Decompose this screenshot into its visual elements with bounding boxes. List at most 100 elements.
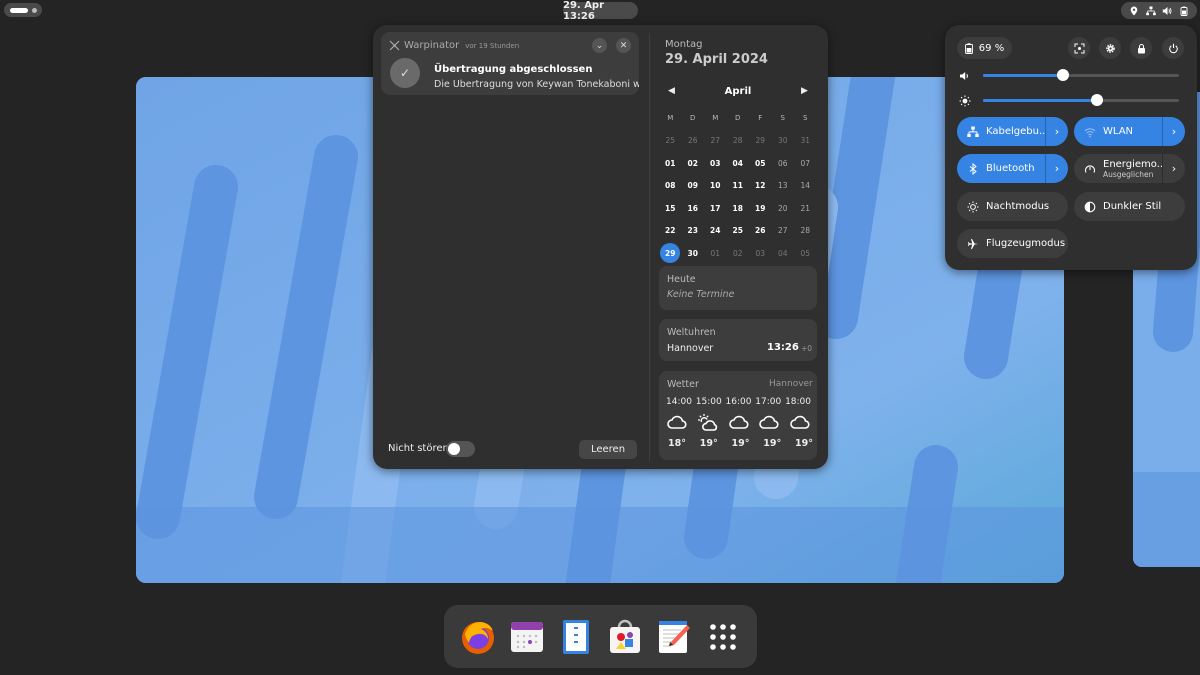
calendar-day[interactable]: 25 — [727, 220, 750, 243]
calendar-day[interactable]: 17 — [704, 197, 727, 220]
calendar-day[interactable]: 01 — [659, 152, 682, 175]
notification-time: vor 19 Stunden — [465, 41, 520, 50]
calendar-day[interactable]: 04 — [727, 152, 750, 175]
system-menu-button[interactable] — [1121, 2, 1197, 19]
events-title: Heute — [667, 274, 696, 285]
calendar-launcher[interactable] — [508, 618, 546, 656]
calendar-day[interactable]: 11 — [727, 175, 750, 198]
power-mode-tile[interactable]: Energiemo... Ausgeglichen › — [1074, 154, 1185, 183]
calendar-full-date[interactable]: 29. April 2024 — [665, 52, 768, 67]
activities-button[interactable] — [4, 3, 42, 17]
airplane-mode-tile[interactable]: Flugzeugmodus — [957, 229, 1068, 258]
clear-notifications-button[interactable]: Leeren — [579, 440, 637, 459]
wired-network-menu-button[interactable]: › — [1045, 117, 1068, 146]
bluetooth-menu-button[interactable]: › — [1045, 154, 1068, 183]
weather-hour: 18:00 — [785, 397, 811, 407]
calendar-weekday-header: S — [780, 114, 785, 123]
next-month-button[interactable]: ▶ — [801, 86, 808, 96]
wlan-tile[interactable]: WLAN › — [1074, 117, 1185, 146]
weather-section[interactable]: Wetter Hannover 14:00 15:00 16:00 17:00 18:0… — [659, 371, 817, 460]
calendar-day[interactable]: 21 — [794, 197, 817, 220]
do-not-disturb-toggle[interactable] — [446, 441, 475, 457]
show-apps-button[interactable] — [704, 618, 742, 656]
calendar-day[interactable]: 29 — [749, 130, 772, 153]
calendar-day[interactable]: 27 — [772, 220, 795, 243]
calendar-day[interactable]: 09 — [682, 175, 705, 198]
calendar-day[interactable]: 19 — [749, 197, 772, 220]
text-editor-launcher[interactable] — [655, 618, 693, 656]
calendar-day[interactable]: 26 — [682, 130, 705, 153]
power-mode-label: Energiemo... Ausgeglichen — [1103, 159, 1162, 179]
calendar-day[interactable]: 12 — [749, 175, 772, 198]
notification-card[interactable]: Warpinator vor 19 Stunden ⌄ ✕ ✓ Übertrag… — [381, 32, 639, 95]
calendar-day[interactable]: 18 — [727, 197, 750, 220]
calendar-weekday-header: D — [735, 114, 741, 123]
calendar-day[interactable]: 05 — [794, 242, 817, 265]
battery-percentage: 69 % — [978, 42, 1005, 54]
calendar-day[interactable]: 25 — [659, 130, 682, 153]
bluetooth-tile[interactable]: Bluetooth › — [957, 154, 1068, 183]
calendar-day[interactable]: 28 — [727, 130, 750, 153]
notification-expand-button[interactable]: ⌄ — [592, 38, 607, 53]
date-time-button[interactable]: 29. Apr 13:26 — [563, 0, 638, 22]
calendar-day[interactable]: 28 — [794, 220, 817, 243]
calendar-day[interactable]: 30 — [772, 130, 795, 153]
battery-button[interactable]: 69 % — [957, 37, 1012, 59]
screenshot-button[interactable] — [1068, 37, 1090, 59]
calendar-day[interactable]: 30 — [682, 242, 705, 265]
calendar-day[interactable]: 27 — [704, 130, 727, 153]
weather-temp: 18° — [668, 438, 686, 449]
network-wired-icon — [967, 126, 979, 137]
calendar-day[interactable]: 13 — [772, 175, 795, 198]
calendar-day[interactable]: 20 — [772, 197, 795, 220]
calendar-day[interactable]: 03 — [704, 152, 727, 175]
software-launcher[interactable] — [606, 618, 644, 656]
wired-network-tile[interactable]: Kabelgebu... › — [957, 117, 1068, 146]
calendar-day[interactable]: 16 — [682, 197, 705, 220]
firefox-launcher[interactable] — [459, 618, 497, 656]
brightness-slider-handle[interactable] — [1090, 94, 1103, 106]
previous-month-button[interactable]: ◀ — [668, 86, 675, 96]
calendar-day[interactable]: 06 — [772, 152, 795, 175]
lock-button[interactable] — [1130, 37, 1152, 59]
calendar-day[interactable]: 31 — [794, 130, 817, 153]
volume-slider[interactable] — [983, 69, 1179, 81]
power-button[interactable] — [1162, 37, 1184, 59]
calendar-day[interactable]: 10 — [704, 175, 727, 198]
events-section[interactable]: Heute Keine Termine — [659, 266, 817, 310]
calendar-day[interactable]: 24 — [704, 220, 727, 243]
weather-temp: 19° — [699, 438, 718, 449]
world-clocks-section[interactable]: Weltuhren Hannover 13:26 +0 — [659, 319, 817, 361]
wired-network-label: Kabelgebu... — [986, 126, 1045, 137]
calendar-day[interactable]: 05 — [749, 152, 772, 175]
battery-icon — [964, 42, 973, 54]
calendar-day[interactable]: 04 — [772, 242, 795, 265]
calendar-day[interactable]: 14 — [794, 175, 817, 198]
panel-divider — [649, 33, 650, 461]
notification-close-button[interactable]: ✕ — [616, 38, 631, 53]
warpinator-icon — [389, 40, 400, 51]
calendar-day[interactable]: 02 — [682, 152, 705, 175]
do-not-disturb-label: Nicht stören — [388, 443, 449, 454]
volume-slider-fill — [983, 74, 1064, 77]
calendar-day[interactable]: 02 — [727, 242, 750, 265]
calendar-day-today[interactable]: 29 — [660, 243, 681, 264]
calendar-day[interactable]: 23 — [682, 220, 705, 243]
night-light-tile[interactable]: Nachtmodus — [957, 192, 1068, 221]
calendar-day[interactable]: 01 — [704, 242, 727, 265]
files-launcher[interactable] — [557, 618, 595, 656]
date-menu: Warpinator vor 19 Stunden ⌄ ✕ ✓ Übertrag… — [373, 25, 828, 469]
dark-style-tile[interactable]: Dunkler Stil — [1074, 192, 1185, 221]
calendar-day[interactable]: 22 — [659, 220, 682, 243]
calendar-day[interactable]: 26 — [749, 220, 772, 243]
volume-slider-handle[interactable] — [1057, 69, 1070, 81]
calendar-day[interactable]: 15 — [659, 197, 682, 220]
calendar-weekday[interactable]: Montag — [665, 39, 702, 50]
calendar-day[interactable]: 03 — [749, 242, 772, 265]
wlan-menu-button[interactable]: › — [1162, 117, 1185, 146]
calendar-day[interactable]: 07 — [794, 152, 817, 175]
calendar-day[interactable]: 08 — [659, 175, 682, 198]
settings-button[interactable] — [1099, 37, 1121, 59]
power-mode-menu-button[interactable]: › — [1162, 154, 1185, 183]
brightness-slider[interactable] — [983, 94, 1179, 106]
